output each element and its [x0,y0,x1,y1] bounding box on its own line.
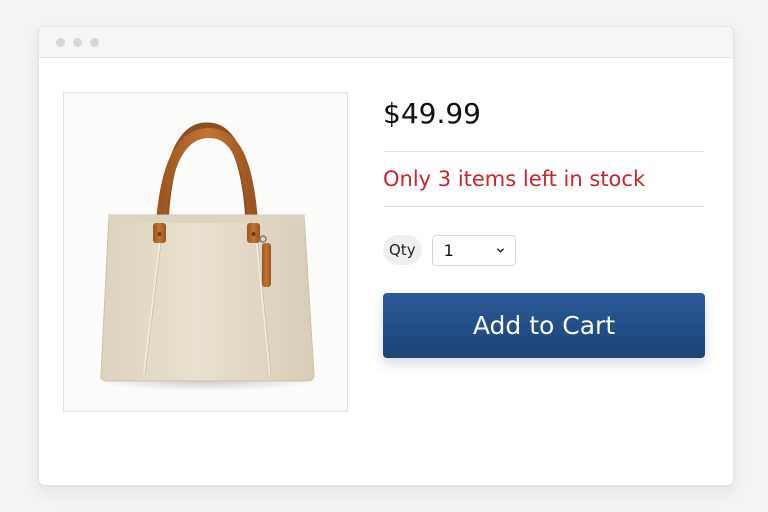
quantity-row: Qty 1 [383,233,705,267]
product-price: $49.99 [383,97,481,130]
quantity-value: 1 [443,240,454,260]
product-image [63,92,348,412]
add-to-cart-button[interactable]: Add to Cart [383,293,705,358]
window-control-dot[interactable] [90,38,99,47]
window-control-dot[interactable] [73,38,82,47]
chevron-down-icon [496,247,504,253]
stock-warning: Only 3 items left in stock [383,167,646,191]
quantity-label: Qty [383,235,422,265]
tote-bag-illustration [94,122,318,391]
quantity-select[interactable]: 1 [431,234,516,266]
product-info: $49.99 Only 3 items left in stock Qty 1 … [383,87,705,358]
window-titlebar [39,27,733,58]
divider [383,206,705,207]
window-control-dot[interactable] [56,38,65,47]
browser-window: $49.99 Only 3 items left in stock Qty 1 … [38,26,734,486]
